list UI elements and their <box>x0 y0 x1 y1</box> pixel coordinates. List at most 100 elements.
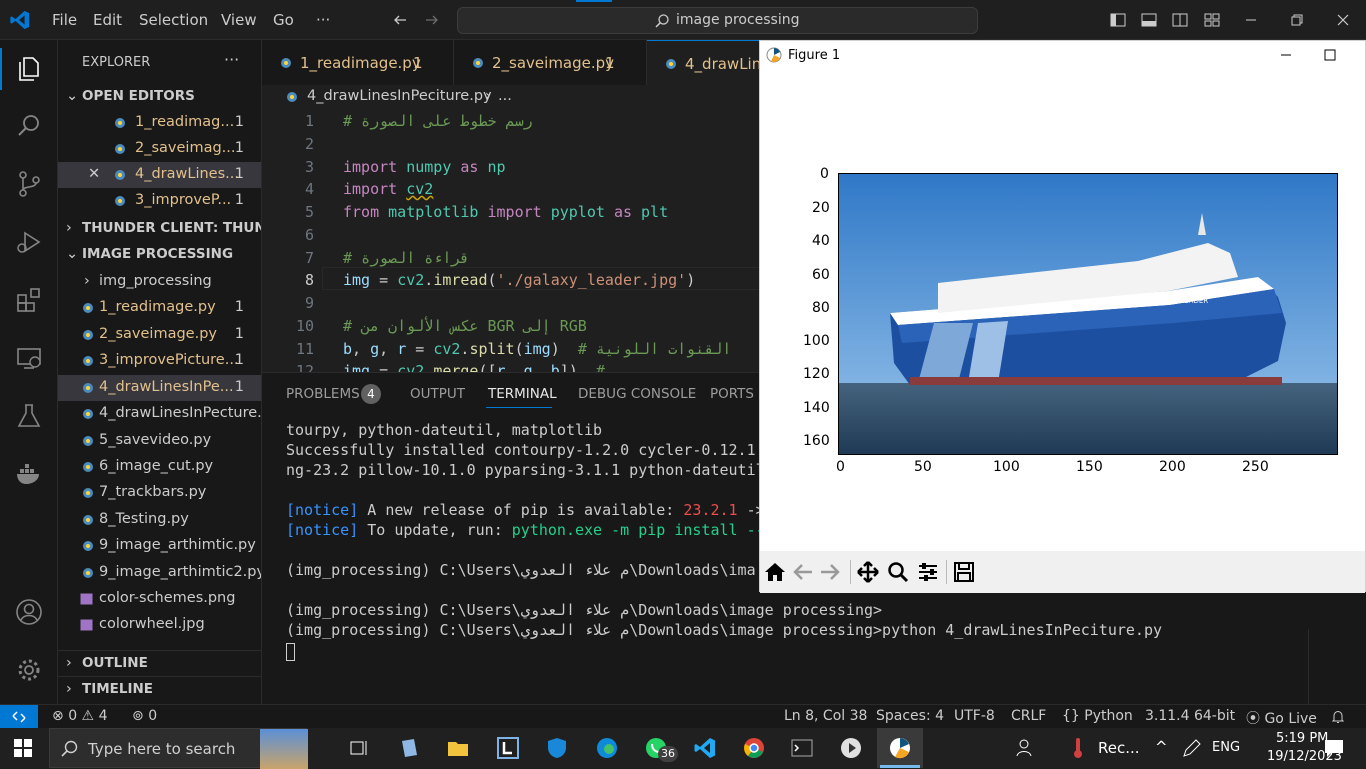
tab-problems[interactable]: PROBLEMS <box>286 386 360 402</box>
terminal-app-icon[interactable] <box>790 736 814 760</box>
pen-icon[interactable] <box>1180 736 1204 760</box>
menu-more[interactable]: ··· <box>316 11 330 29</box>
folder-section[interactable]: ⌄ IMAGE PROCESSING <box>58 242 261 268</box>
file-item[interactable]: 1_readimage.py 1 <box>58 295 261 321</box>
people-icon[interactable] <box>1012 736 1036 760</box>
menu-view[interactable]: View <box>221 11 257 29</box>
ports-status[interactable]: ⊚ 0 <box>132 708 157 724</box>
app-icon-l[interactable] <box>496 736 520 760</box>
file-item[interactable]: 2_saveimage.py 1 <box>58 322 261 348</box>
matplotlib-app-icon[interactable] <box>888 736 912 760</box>
thunder-client-section[interactable]: › THUNDER CLIENT: THUND... <box>58 216 261 242</box>
language-indicator[interactable]: ENG <box>1212 740 1240 755</box>
menu-edit[interactable]: Edit <box>93 11 122 29</box>
pan-move-icon[interactable] <box>857 561 879 583</box>
encoding[interactable]: UTF-8 <box>954 708 995 724</box>
menu-selection[interactable]: Selection <box>139 11 208 29</box>
go-live-button[interactable]: ⦿ Go Live <box>1246 708 1317 728</box>
tab-terminal[interactable]: TERMINAL <box>488 386 557 402</box>
clock-time[interactable]: 5:19 PM <box>1276 731 1328 746</box>
back-arrow-icon[interactable] <box>792 561 814 583</box>
forward-arrow-icon[interactable] <box>819 561 841 583</box>
forward-arrow-icon[interactable] <box>424 12 440 28</box>
menu-file[interactable]: File <box>52 11 77 29</box>
file-item[interactable]: 8_Testing.py <box>58 507 261 533</box>
source-control-icon[interactable] <box>15 170 43 198</box>
minimize-icon[interactable] <box>1243 12 1259 28</box>
breadcrumb-more[interactable]: ... <box>498 88 512 104</box>
task-view-icon[interactable] <box>347 736 371 760</box>
tab-ports[interactable]: PORTS <box>710 386 754 402</box>
open-editors-section[interactable]: ⌄ OPEN EDITORS <box>58 84 261 110</box>
file-item-active[interactable]: 4_drawLinesInPe... 1 <box>58 375 261 401</box>
testing-flask-icon[interactable] <box>15 402 43 430</box>
more-actions-icon[interactable]: ··· <box>224 50 239 69</box>
language-mode[interactable]: {} Python <box>1062 708 1133 724</box>
open-editor-item[interactable]: 1_readimag... 1 <box>58 110 261 136</box>
file-item[interactable]: 9_image_arthimtic.py <box>58 533 261 559</box>
tab-drawlines-active[interactable]: 4_drawLine <box>647 40 770 85</box>
edge-browser-icon[interactable] <box>595 736 619 760</box>
recording-label[interactable]: Rec... <box>1098 739 1140 757</box>
cursor-position[interactable]: Ln 8, Col 38 <box>784 708 867 724</box>
toggle-panel-icon[interactable] <box>1141 12 1157 28</box>
explorer-icon[interactable] <box>15 54 43 82</box>
search-icon[interactable] <box>15 112 43 140</box>
back-arrow-icon[interactable] <box>392 12 408 28</box>
command-center-search[interactable]: image processing <box>457 7 978 34</box>
file-item[interactable]: color-schemes.png <box>58 586 261 612</box>
breadcrumb-file[interactable]: 4_drawLinesInPeciture.py <box>307 88 492 104</box>
end-of-line[interactable]: CRLF <box>1011 708 1046 724</box>
remote-explorer-icon[interactable] <box>15 344 43 372</box>
media-player-icon[interactable] <box>839 736 863 760</box>
problems-status[interactable]: ⊗ 0 ⚠ 4 <box>52 708 107 724</box>
home-icon[interactable] <box>764 561 786 583</box>
menu-go[interactable]: Go <box>273 11 294 29</box>
notepad-app-icon[interactable] <box>397 736 421 760</box>
file-item[interactable]: › img_processing <box>58 269 261 295</box>
chrome-browser-icon[interactable] <box>742 736 766 760</box>
configure-subplots-icon[interactable] <box>917 561 939 583</box>
zoom-magnifier-icon[interactable] <box>887 561 909 583</box>
windows-start-icon[interactable] <box>14 739 32 757</box>
tab-readimage[interactable]: 1_readimage.py 1 <box>262 40 454 85</box>
maximize-icon[interactable] <box>1323 48 1337 62</box>
extensions-icon[interactable] <box>15 286 43 314</box>
settings-gear-icon[interactable] <box>15 656 43 684</box>
tab-debug-console[interactable]: DEBUG CONSOLE <box>578 386 696 402</box>
toggle-secondary-sidebar-icon[interactable] <box>1172 12 1188 28</box>
file-item[interactable]: colorwheel.jpg <box>58 612 261 638</box>
file-item[interactable]: 3_improvePicture... 1 <box>58 348 261 374</box>
security-shield-icon[interactable] <box>545 736 569 760</box>
remote-indicator[interactable] <box>0 705 38 729</box>
close-window-icon[interactable] <box>1335 12 1351 28</box>
close-editor-icon[interactable]: ✕ <box>88 166 100 182</box>
file-explorer-icon[interactable] <box>446 736 470 760</box>
file-item[interactable]: 6_image_cut.py <box>58 454 261 480</box>
notification-center-icon[interactable] <box>1322 736 1346 760</box>
tab-output[interactable]: OUTPUT <box>410 386 465 402</box>
file-item[interactable]: 7_trackbars.py <box>58 480 261 506</box>
timeline-section[interactable]: › TIMELINE <box>58 676 261 702</box>
tab-saveimage[interactable]: 2_saveimage.py 1 <box>454 40 647 85</box>
outline-section[interactable]: › OUTLINE <box>58 650 261 676</box>
open-editor-item-active[interactable]: ✕ 4_drawLines... 1 <box>58 162 261 188</box>
show-hidden-icons-chevron-icon[interactable]: ^ <box>1155 738 1168 756</box>
open-editor-item[interactable]: 3_improveP... 1 <box>58 188 261 214</box>
run-debug-icon[interactable] <box>15 228 43 256</box>
customize-layout-icon[interactable] <box>1204 12 1220 28</box>
docker-icon[interactable] <box>15 460 43 488</box>
accounts-icon[interactable] <box>15 598 43 626</box>
minimize-icon[interactable] <box>1279 48 1293 62</box>
taskbar-search-box[interactable]: Type here to search <box>49 728 308 769</box>
save-figure-icon[interactable] <box>953 561 975 583</box>
toggle-primary-sidebar-icon[interactable] <box>1110 12 1126 28</box>
python-interpreter[interactable]: 3.11.4 64-bit <box>1145 708 1235 724</box>
matplotlib-figure-window[interactable]: Figure 1 GALAXY LEADER 0 20 40 60 80 100… <box>759 40 1366 593</box>
code-editor[interactable]: 1 2 3 4 5 6 7 8 9 10 11 12 # رسم خطوط عل… <box>262 109 762 372</box>
notifications-bell-icon[interactable] <box>1330 709 1346 725</box>
file-item[interactable]: 9_image_arthimtic2.py <box>58 560 261 586</box>
thermometer-icon[interactable] <box>1066 736 1090 760</box>
file-item[interactable]: 5_savevideo.py <box>58 428 261 454</box>
vscode-app-icon[interactable] <box>693 736 717 760</box>
